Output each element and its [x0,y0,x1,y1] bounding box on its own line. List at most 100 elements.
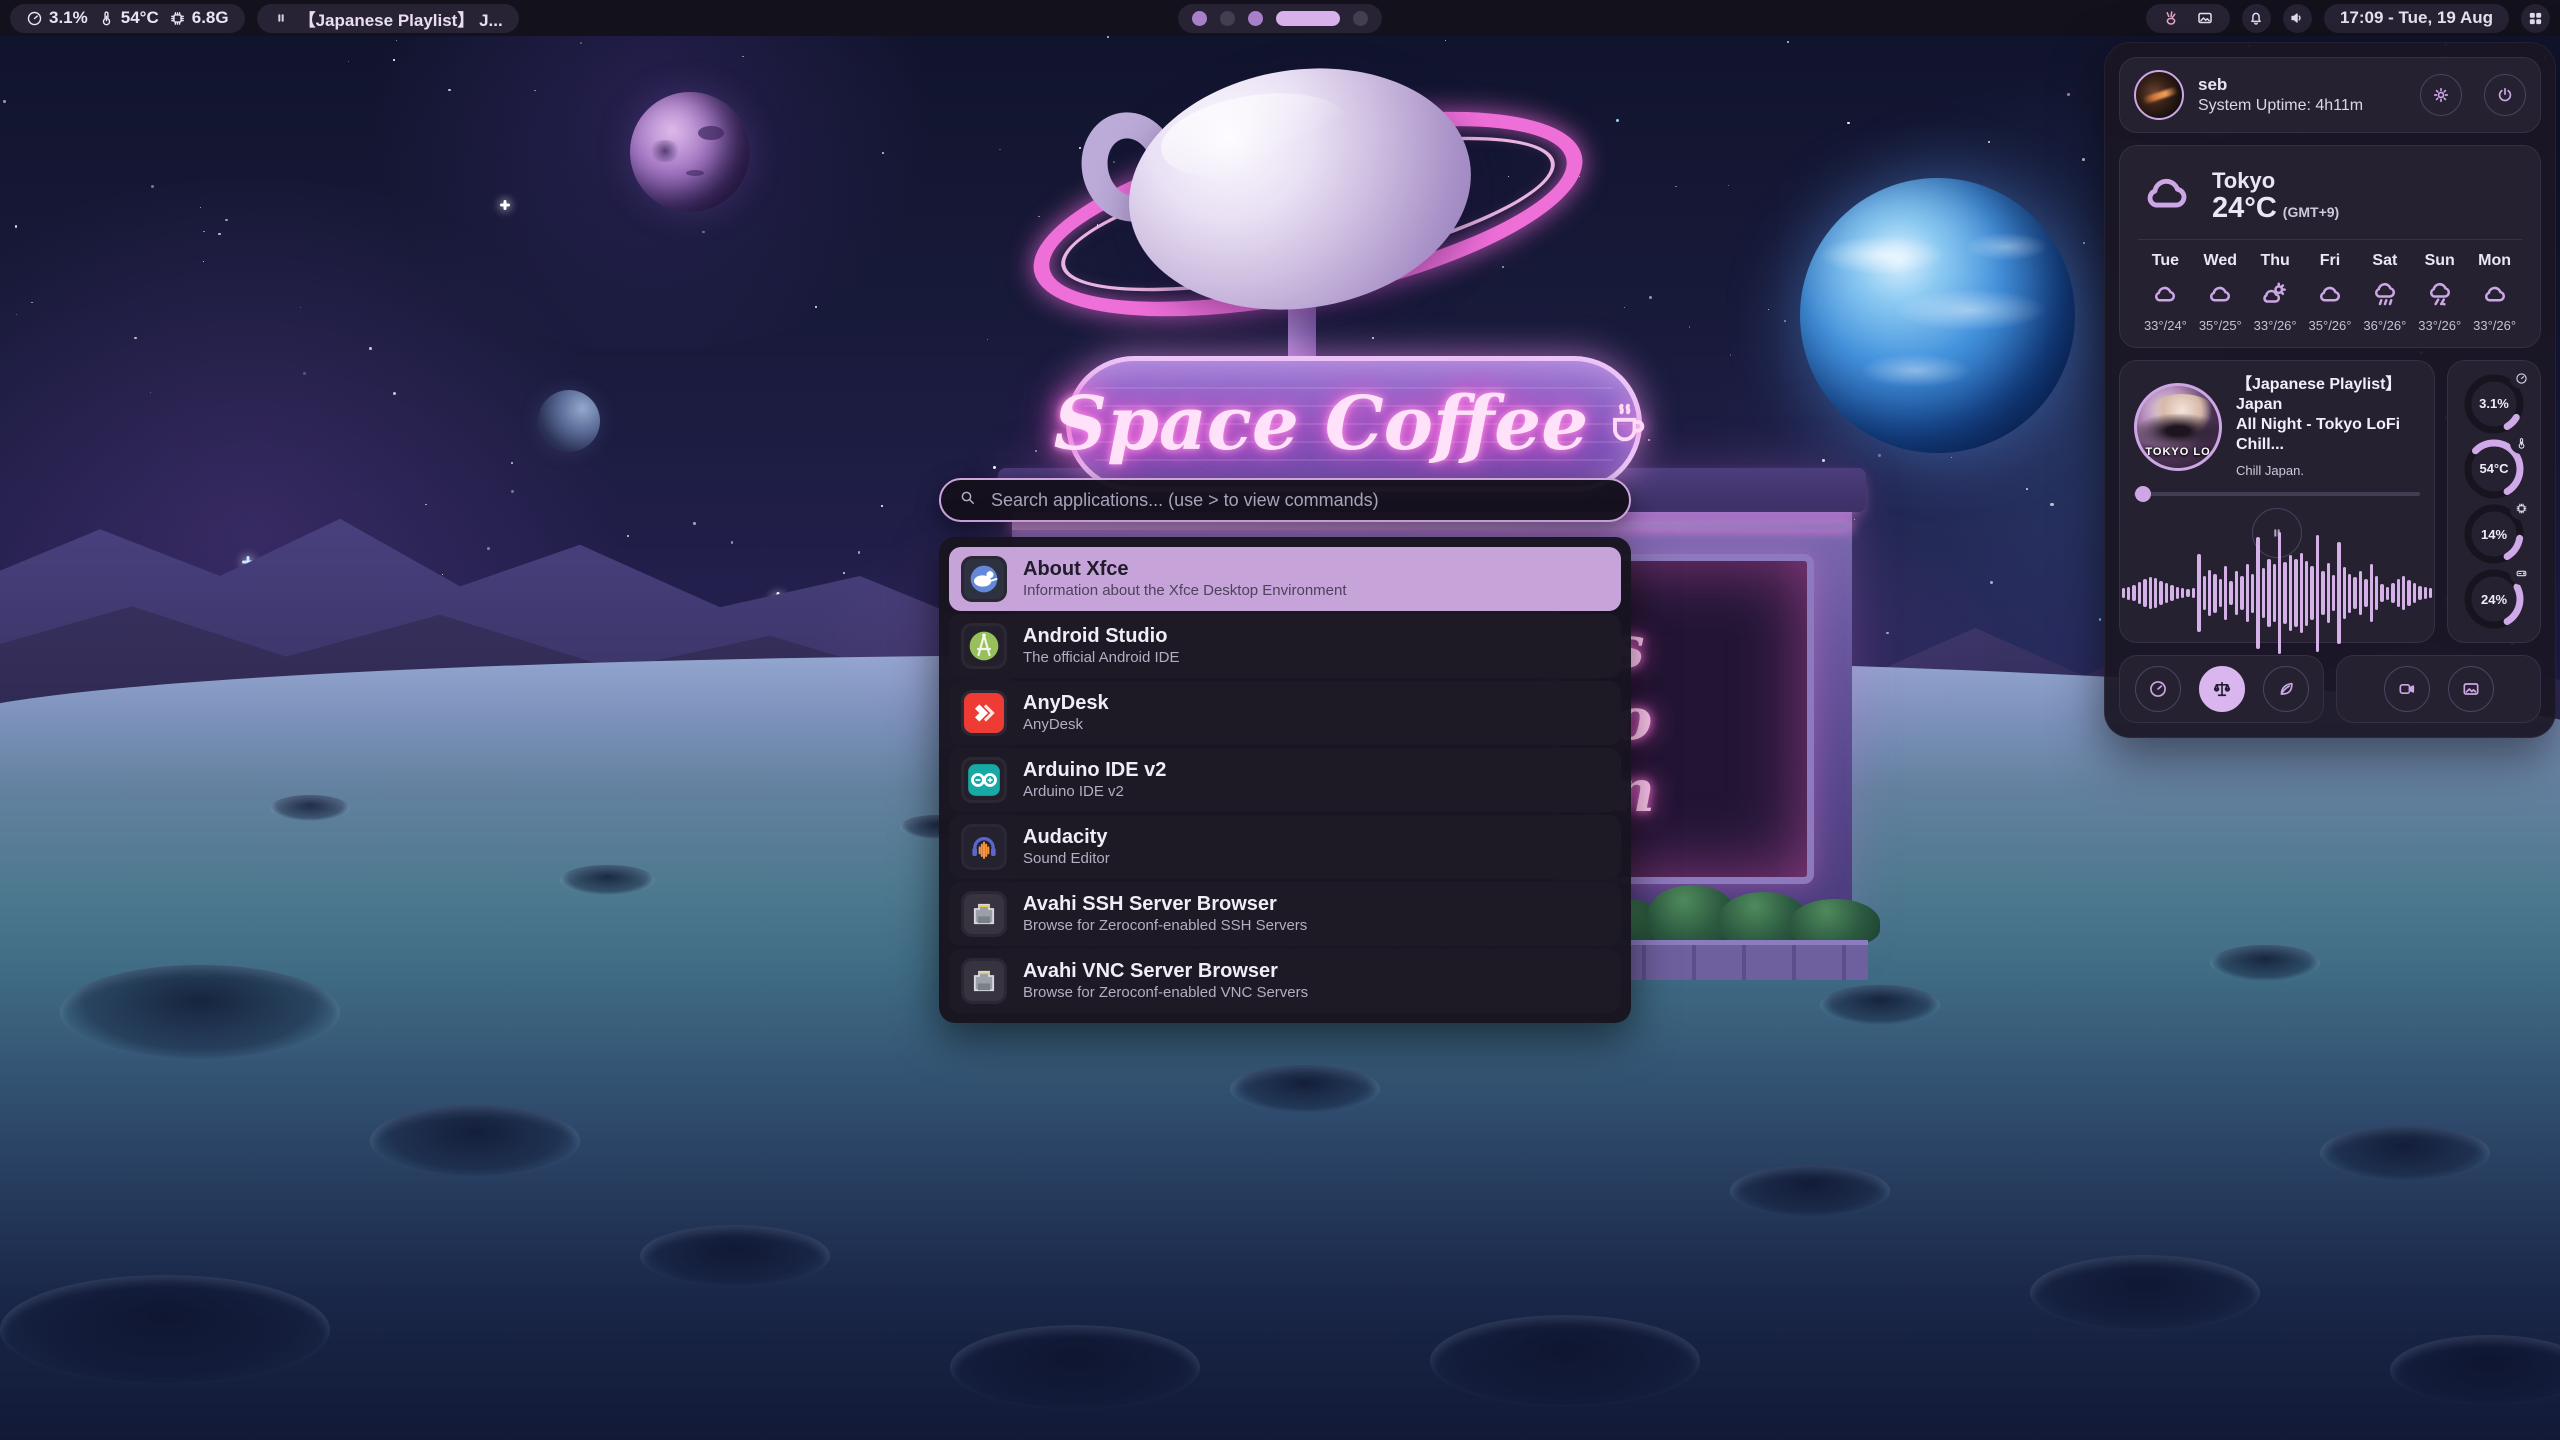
viz-bar [2181,588,2184,597]
viz-bar [2122,588,2125,598]
power-button[interactable] [2484,74,2526,116]
pause-icon [273,10,289,26]
viz-bar [2186,589,2189,597]
scales-icon [2212,679,2232,699]
viz-bar [2300,553,2303,634]
seek-bar[interactable] [2134,492,2420,496]
cloud-weather-icon [2315,279,2345,309]
viz-bar [2359,571,2362,615]
neon-sign-text: Space Coffee [1054,381,1589,467]
album-art-label: TOKYO LO [2137,446,2219,458]
app-item-about-xfce[interactable]: About XfceInformation about the Xfce Des… [949,547,1621,611]
notifications-button[interactable] [2242,4,2271,33]
workspace-indicator [1178,4,1382,33]
suncloud-weather-icon [2260,279,2290,309]
cloud-icon [2150,279,2180,309]
forecast-day-label: Mon [2478,252,2511,270]
widgets-toggle-button[interactable] [2521,4,2550,33]
viz-bar [2386,587,2389,600]
viz-bar [2235,571,2238,615]
app-item-anydesk[interactable]: AnyDeskAnyDesk [949,681,1621,745]
viz-bar [2267,559,2270,627]
app-description: Sound Editor [1023,851,1110,868]
screen-record-button[interactable] [2384,666,2430,712]
workspace-dot-2[interactable] [1220,11,1235,26]
app-title: About Xfce [1023,558,1347,580]
screenshot-button[interactable] [2448,666,2494,712]
now-playing-pill[interactable]: 【Japanese Playlist】 J... [257,4,519,33]
app-launcher: About XfceInformation about the Xfce Des… [939,478,1631,1023]
clock[interactable]: 17:09 - Tue, 19 Aug [2324,4,2509,33]
stat-speedometer: 3.1% [26,8,88,28]
app-title: Avahi SSH Server Browser [1023,893,1307,915]
app-item-avahi-vnc-server-browser[interactable]: Avahi VNC Server BrowserBrowse for Zeroc… [949,949,1621,1013]
app-description: AnyDesk [1023,717,1109,734]
forecast-day-label: Wed [2204,252,2237,270]
avahi-app-icon [961,958,1007,1004]
tray-app-2-icon[interactable] [2196,9,2214,27]
cloud-icon [2205,279,2235,309]
app-item-avahi-ssh-server-browser[interactable]: Avahi SSH Server Browser Browse for Zeroc… [949,882,1621,946]
workspace-dot-1[interactable] [1192,11,1207,26]
viz-bar [2289,555,2292,630]
viz-bar [2321,571,2324,615]
app-description: Arduino IDE v2 [1023,784,1166,801]
powersave-profile-button[interactable] [2263,666,2309,712]
workspace-dot-5[interactable] [1353,11,1368,26]
track-artist: Chill Japan. [2236,463,2420,478]
panel-footer [2119,655,2541,723]
workspace-dot-3[interactable] [1248,11,1263,26]
thermometer-icon [2515,437,2528,450]
forecast-day-tue: Tue33°/24° [2138,252,2193,333]
forecast-day-thu: Thu33°/26° [2248,252,2303,333]
image-icon [2461,679,2481,699]
androidstudio-app-icon [961,623,1007,669]
audio-visualizer [2134,558,2420,628]
viz-bar [2397,579,2400,608]
search-input[interactable] [989,489,1611,512]
viz-bar [2380,584,2383,602]
cloud-weather-icon [2150,279,2180,309]
camera-icon [2397,679,2417,699]
earth-planet [1800,178,2075,453]
workspace-dot-4[interactable] [1276,11,1340,26]
forecast-day-sun: Sun33°/26° [2412,252,2467,333]
topbar-right: 17:09 - Tue, 19 Aug [2146,4,2550,33]
gauge-value: 14% [2481,527,2507,542]
steam-cup-icon [1602,396,1654,453]
stat-value: 54°C [121,8,159,28]
volume-button[interactable] [2283,4,2312,33]
tray-app-1-icon[interactable] [2162,9,2180,27]
performance-profile-button[interactable] [2135,666,2181,712]
weather-card: Tokyo 24°C(GMT+9) Tue33°/24°Wed35°/25°Th… [2119,145,2541,348]
viz-bar [2154,578,2157,608]
seek-handle[interactable] [2135,486,2151,502]
thermometer-gauge-icon [2510,432,2532,454]
balanced-profile-button[interactable] [2199,666,2245,712]
app-item-android-studio[interactable]: Android StudioThe official Android IDE [949,614,1621,678]
speaker-icon [2288,9,2306,27]
rain-weather-icon [2370,279,2400,309]
app-item-arduino-ide-v2[interactable]: Arduino IDE v2Arduino IDE v2 [949,748,1621,812]
chip-icon [169,10,186,27]
disk-icon [2515,567,2528,580]
viz-bar [2224,566,2227,621]
now-playing-text: 【Japanese Playlist】 J... [299,6,503,31]
widgets-panel: seb System Uptime: 4h11m Tokyo 24°C(GMT+… [2104,42,2556,738]
desktop: es oo an Space Coffee 3.1%54°C6.8G [0,0,2560,1440]
viz-bar [2229,581,2232,604]
app-item-audacity[interactable]: AudacitySound Editor [949,815,1621,879]
app-description: Browse for Zeroconf-enabled SSH Servers [1023,918,1307,935]
viz-bar [2332,575,2335,611]
suncloud-icon [2260,279,2290,309]
forecast-day-mon: Mon33°/26° [2467,252,2522,333]
viz-bar [2176,587,2179,599]
settings-button[interactable] [2420,74,2462,116]
system-stats-pill[interactable]: 3.1% 54°C 6.8G [10,4,245,33]
stat-value: 3.1% [49,8,88,28]
weather-forecast: Tue33°/24°Wed35°/25°Thu33°/26°Fri35°/26°… [2136,240,2524,335]
stat-value: 6.8G [192,8,229,28]
search-bar [939,478,1631,522]
power-icon [2495,85,2515,105]
viz-bar [2310,566,2313,621]
